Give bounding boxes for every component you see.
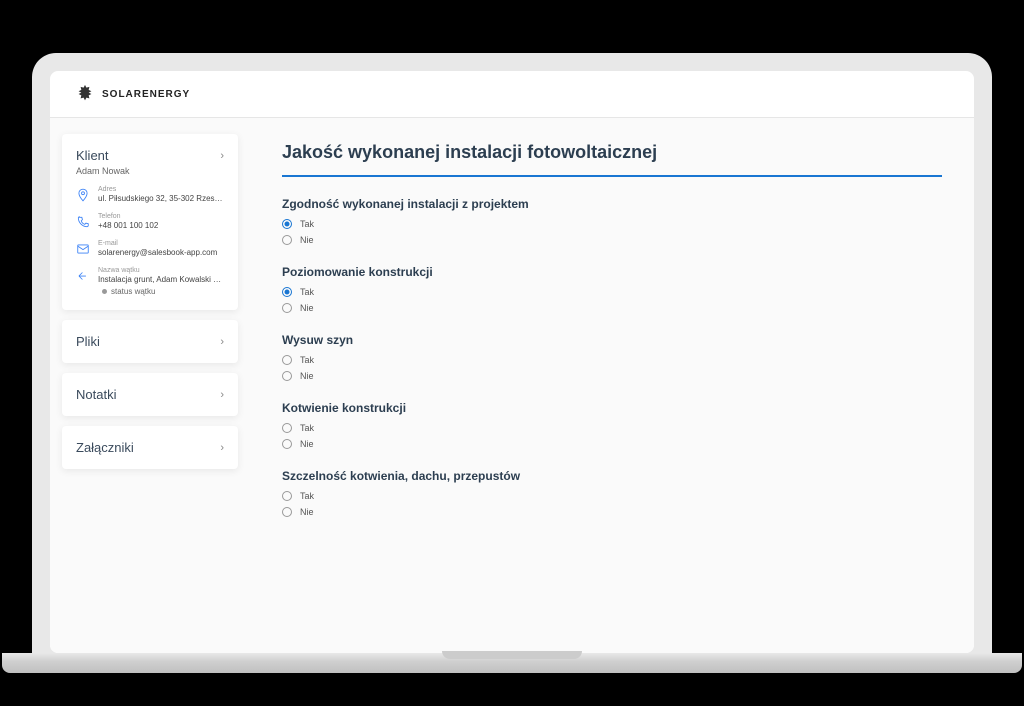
radio-option-no[interactable]: Nie — [282, 235, 942, 245]
radio-label: Nie — [300, 303, 314, 313]
address-label: Adres — [98, 186, 224, 193]
radio-icon — [282, 507, 292, 517]
thread-status-line: status wątku — [98, 287, 224, 296]
phone-icon — [76, 215, 90, 229]
address-value: ul. Piłsudskiego 32, 35-302 Rzeszów — [98, 194, 224, 203]
thread-status: status wątku — [111, 287, 155, 296]
radio-icon — [282, 219, 292, 229]
radio-label: Tak — [300, 491, 314, 501]
question-label: Zgodność wykonanej instalacji z projekte… — [282, 197, 942, 211]
radio-icon — [282, 287, 292, 297]
radio-option-yes[interactable]: Tak — [282, 355, 942, 365]
radio-option-no[interactable]: Nie — [282, 439, 942, 449]
attachments-card[interactable]: Załączniki › — [62, 426, 238, 469]
email-icon — [76, 242, 90, 256]
radio-label: Tak — [300, 355, 314, 365]
radio-option-yes[interactable]: Tak — [282, 287, 942, 297]
location-icon — [76, 188, 90, 202]
notes-title: Notatki — [76, 387, 116, 402]
question-compliance: Zgodność wykonanej instalacji z projekte… — [282, 197, 942, 245]
brand-name: SOLARENERGY — [102, 89, 190, 100]
main-panel: Jakość wykonanej instalacji fotowoltaicz… — [250, 118, 974, 653]
question-leveling: Poziomowanie konstrukcji Tak Nie — [282, 265, 942, 313]
radio-label: Nie — [300, 507, 314, 517]
email-label: E-mail — [98, 240, 224, 247]
chevron-right-icon: › — [220, 389, 224, 401]
radio-option-no[interactable]: Nie — [282, 371, 942, 381]
radio-label: Nie — [300, 371, 314, 381]
phone-label: Telefon — [98, 213, 224, 220]
files-title: Pliki — [76, 334, 100, 349]
attachments-title: Załączniki — [76, 440, 134, 455]
radio-icon — [282, 355, 292, 365]
files-card[interactable]: Pliki › — [62, 320, 238, 363]
solar-gear-icon — [74, 83, 96, 105]
radio-option-no[interactable]: Nie — [282, 507, 942, 517]
radio-label: Tak — [300, 219, 314, 229]
radio-icon — [282, 303, 292, 313]
thread-icon — [76, 269, 90, 283]
client-card-header[interactable]: Klient › — [76, 148, 224, 163]
radio-icon — [282, 235, 292, 245]
content-area: Klient › Adam Nowak Adres ul. Piłsudskie… — [50, 118, 974, 653]
radio-label: Nie — [300, 439, 314, 449]
thread-value: Instalacja grunt, Adam Kowalski Szc... — [98, 275, 224, 284]
client-card: Klient › Adam Nowak Adres ul. Piłsudskie… — [62, 134, 238, 310]
client-email-row: E-mail solarenergy@salesbook-app.com — [76, 240, 224, 257]
radio-icon — [282, 423, 292, 433]
app-screen: SOLARENERGY Klient › Adam Nowak Adres ul… — [50, 71, 974, 653]
sidebar: Klient › Adam Nowak Adres ul. Piłsudskie… — [50, 118, 250, 653]
client-phone-row: Telefon +48 001 100 102 — [76, 213, 224, 230]
title-underline — [282, 175, 942, 177]
radio-option-yes[interactable]: Tak — [282, 491, 942, 501]
chevron-right-icon: › — [220, 336, 224, 348]
radio-label: Tak — [300, 423, 314, 433]
question-label: Poziomowanie konstrukcji — [282, 265, 942, 279]
client-thread-row: Nazwa wątku Instalacja grunt, Adam Kowal… — [76, 267, 224, 296]
client-address-row: Adres ul. Piłsudskiego 32, 35-302 Rzeszó… — [76, 186, 224, 203]
email-value: solarenergy@salesbook-app.com — [98, 248, 224, 257]
question-label: Szczelność kotwienia, dachu, przepustów — [282, 469, 942, 483]
status-dot-icon — [102, 289, 107, 294]
app-header: SOLARENERGY — [50, 71, 974, 118]
page-title: Jakość wykonanej instalacji fotowoltaicz… — [282, 142, 942, 163]
radio-icon — [282, 491, 292, 501]
radio-label: Nie — [300, 235, 314, 245]
question-label: Wysuw szyn — [282, 333, 942, 347]
radio-option-yes[interactable]: Tak — [282, 423, 942, 433]
phone-value: +48 001 100 102 — [98, 221, 224, 230]
thread-label: Nazwa wątku — [98, 267, 224, 274]
chevron-right-icon: › — [220, 442, 224, 454]
radio-option-yes[interactable]: Tak — [282, 219, 942, 229]
radio-icon — [282, 371, 292, 381]
question-label: Kotwienie konstrukcji — [282, 401, 942, 415]
notes-card[interactable]: Notatki › — [62, 373, 238, 416]
question-sealing: Szczelność kotwienia, dachu, przepustów … — [282, 469, 942, 517]
question-rail-extension: Wysuw szyn Tak Nie — [282, 333, 942, 381]
chevron-right-icon: › — [220, 150, 224, 162]
laptop-base — [2, 653, 1022, 673]
radio-label: Tak — [300, 287, 314, 297]
client-title: Klient — [76, 148, 109, 163]
question-anchoring: Kotwienie konstrukcji Tak Nie — [282, 401, 942, 449]
client-name: Adam Nowak — [76, 166, 224, 176]
radio-icon — [282, 439, 292, 449]
brand-logo: SOLARENERGY — [74, 83, 190, 105]
laptop-frame: SOLARENERGY Klient › Adam Nowak Adres ul… — [32, 53, 992, 653]
radio-option-no[interactable]: Nie — [282, 303, 942, 313]
